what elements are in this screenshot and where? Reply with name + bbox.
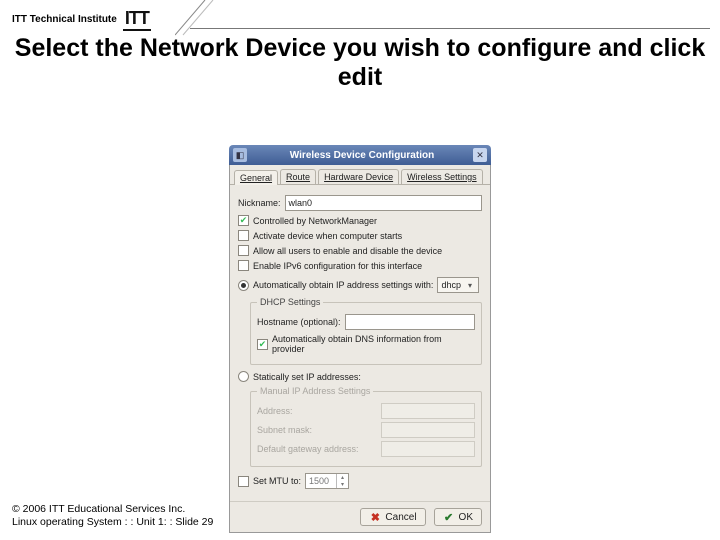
select-value: dhcp [441,280,461,290]
label-auto-dns: Automatically obtain DNS information fro… [272,334,475,354]
brand-logo: ITT [123,8,151,31]
tab-route[interactable]: Route [280,169,316,184]
hostname-label: Hostname (optional): [257,317,341,327]
slide-header: ITT Technical Institute ITT [12,8,151,31]
tab-strip: General Route Hardware Device Wireless S… [230,165,490,185]
ok-icon: ✔ [443,511,455,523]
checkbox-ipv6[interactable] [238,260,249,271]
brand-text: ITT Technical Institute [12,14,117,25]
fieldset-dhcp: DHCP Settings Hostname (optional): ✔ Auto… [250,297,482,365]
header-rule [190,28,710,29]
hostname-input[interactable] [345,314,475,330]
address-label: Address: [257,406,377,416]
label-ipv6: Enable IPv6 configuration for this inter… [253,261,422,271]
tab-wireless-settings[interactable]: Wireless Settings [401,169,483,184]
checkbox-allow-users[interactable] [238,245,249,256]
gateway-input [381,441,475,457]
tab-hardware-device[interactable]: Hardware Device [318,169,399,184]
radio-auto-ip[interactable] [238,280,249,291]
window-title: Wireless Device Configuration [251,150,473,161]
label-activate: Activate device when computer starts [253,231,402,241]
copyright-line: © 2006 ITT Educational Services Inc. [12,503,213,517]
chevron-down-icon[interactable]: ▾ [337,481,348,488]
legend-dhcp: DHCP Settings [257,297,323,307]
nickname-input[interactable]: wlan0 [285,195,482,211]
subnet-label: Subnet mask: [257,425,377,435]
titlebar: ◧ Wireless Device Configuration ✕ [229,145,491,165]
slide-footer: © 2006 ITT Educational Services Inc. Lin… [12,503,213,530]
chevron-up-icon[interactable]: ▴ [337,474,348,481]
label-set-mtu: Set MTU to: [253,476,301,486]
label-networkmanager: Controlled by NetworkManager [253,216,377,226]
radio-static-ip[interactable] [238,371,249,382]
checkbox-set-mtu[interactable] [238,476,249,487]
legend-manual: Manual IP Address Settings [257,386,373,396]
fieldset-manual-ip: Manual IP Address Settings Address: Subn… [250,386,482,467]
cancel-button[interactable]: ✖Cancel [360,508,425,526]
cancel-icon: ✖ [369,511,381,523]
checkbox-auto-dns[interactable]: ✔ [257,339,268,350]
window-menu-icon[interactable]: ◧ [233,148,247,162]
label-static-ip: Statically set IP addresses: [253,372,361,382]
label-auto-ip: Automatically obtain IP address settings… [253,280,433,290]
subnet-input [381,422,475,438]
select-ip-method[interactable]: dhcp ▾ [437,277,479,293]
label-allow-users: Allow all users to enable and disable th… [253,246,442,256]
ok-button[interactable]: ✔OK [434,508,482,526]
nickname-label: Nickname: [238,198,281,208]
dialog-window: ◧ Wireless Device Configuration ✕ Genera… [229,145,491,533]
checkbox-networkmanager[interactable]: ✔ [238,215,249,226]
checkbox-activate-on-start[interactable] [238,230,249,241]
mtu-value: 1500 [306,476,336,486]
slide-number-line: Linux operating System : : Unit 1: : Sli… [12,516,213,530]
chevron-down-icon: ▾ [465,281,475,290]
slide-title: Select the Network Device you wish to co… [0,34,720,92]
close-icon[interactable]: ✕ [473,148,487,162]
gateway-label: Default gateway address: [257,444,377,454]
tab-general[interactable]: General [234,170,278,185]
mtu-spinner[interactable]: 1500 ▴▾ [305,473,349,489]
button-bar: ✖Cancel ✔OK [230,501,490,532]
address-input [381,403,475,419]
